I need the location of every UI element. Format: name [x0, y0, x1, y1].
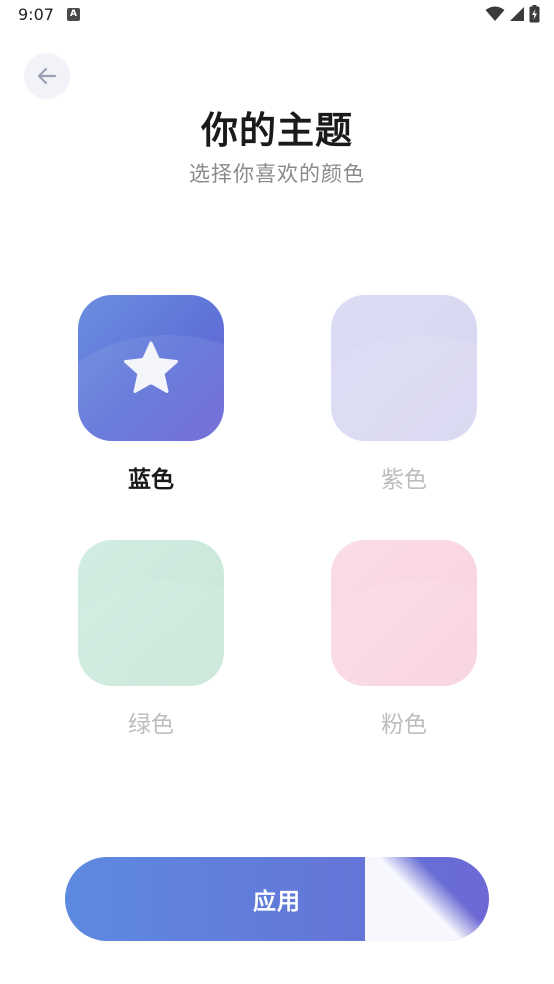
pink-swatch[interactable]: [331, 540, 477, 686]
signal-icon: [510, 7, 524, 21]
page-subtitle: 选择你喜欢的颜色: [189, 162, 365, 186]
arrow-left-icon: [37, 67, 57, 85]
theme-label-pink: 粉色: [381, 712, 427, 738]
apply-button-label: 应用: [253, 889, 301, 915]
theme-option-pink[interactable]: 粉色: [331, 540, 477, 739]
theme-label-green: 绿色: [128, 712, 174, 738]
blue-swatch[interactable]: [78, 295, 224, 441]
battery-charging-icon: [529, 5, 540, 23]
back-button[interactable]: [24, 53, 70, 99]
theme-option-blue[interactable]: 蓝色: [78, 295, 224, 494]
status-icons: [485, 5, 540, 23]
theme-label-blue: 蓝色: [128, 467, 174, 493]
notification-icon: A: [67, 8, 80, 21]
star-icon: [124, 341, 178, 393]
purple-swatch[interactable]: [331, 295, 477, 441]
apply-button[interactable]: 应用: [65, 857, 489, 941]
status-bar: 9:07 A: [0, 0, 554, 30]
wifi-icon: [485, 6, 505, 21]
green-swatch[interactable]: [78, 540, 224, 686]
page-title: 你的主题: [201, 109, 353, 152]
theme-label-purple: 紫色: [381, 467, 427, 493]
theme-option-purple[interactable]: 紫色: [331, 295, 477, 494]
theme-screen: 9:07 A 你的主题 选择你喜欢的颜色 蓝色 紫色 绿色 粉色 应用: [0, 0, 554, 984]
theme-option-green[interactable]: 绿色: [78, 540, 224, 739]
status-time: 9:07: [18, 5, 54, 24]
